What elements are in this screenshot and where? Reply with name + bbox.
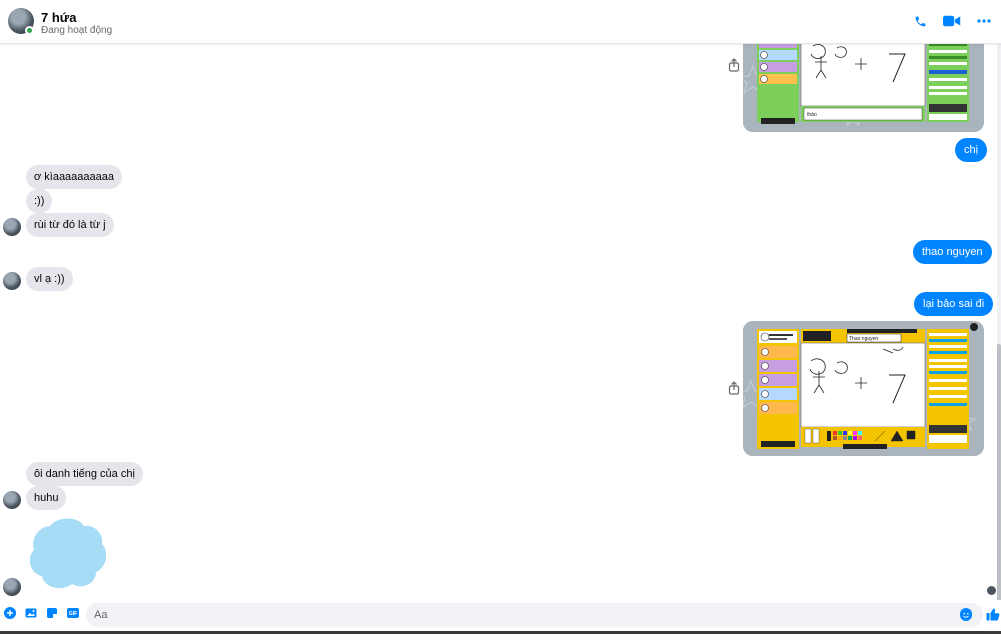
chat-header: 7 hứa Đang hoạt động <box>0 0 1001 44</box>
like-icon[interactable] <box>986 607 1000 621</box>
emoji-icon[interactable] <box>960 608 972 621</box>
message-in[interactable]: :)) <box>26 189 53 213</box>
scrollbar[interactable] <box>997 44 1001 634</box>
message-in[interactable]: ôi danh tiếng của chị <box>26 462 143 486</box>
message-out[interactable]: thao nguyen <box>913 240 992 264</box>
message-in[interactable]: vl ạ :)) <box>26 267 73 291</box>
sender-avatar[interactable] <box>3 218 21 236</box>
phone-icon[interactable] <box>911 12 929 30</box>
online-status-dot <box>25 26 34 35</box>
answer-text: thảo <box>807 112 817 118</box>
video-icon[interactable] <box>943 12 961 30</box>
image-attachment-game-1[interactable]: thảo <box>743 36 984 132</box>
message-in[interactable]: rùi từ đó là từ j <box>26 213 114 237</box>
gif-icon[interactable]: GIF <box>67 607 79 619</box>
share-icon[interactable] <box>727 58 741 72</box>
sticker-message[interactable] <box>29 518 107 590</box>
message-in[interactable]: huhu <box>26 486 67 510</box>
header-actions <box>911 12 993 30</box>
more-icon[interactable] <box>975 12 993 30</box>
sender-avatar[interactable] <box>3 491 21 509</box>
composer-actions: GIF <box>4 607 79 619</box>
gif-label: GIF <box>69 611 77 617</box>
add-icon[interactable] <box>4 607 16 619</box>
hint-word: Thao nguyen <box>849 336 878 342</box>
message-in[interactable]: ơ kìaaaaaaaaaa <box>26 165 123 189</box>
sender-avatar[interactable] <box>3 578 21 596</box>
image-icon[interactable] <box>25 607 37 619</box>
message-composer: GIF <box>0 600 1001 634</box>
scrollbar-thumb[interactable] <box>997 344 1001 634</box>
sticker-icon[interactable] <box>46 607 58 619</box>
message-input[interactable] <box>86 603 983 627</box>
message-out[interactable]: lại bảo sai đi <box>914 292 994 316</box>
contact-status: Đang hoạt động <box>41 25 113 36</box>
sender-avatar[interactable] <box>3 272 21 290</box>
contact-name[interactable]: 7 hứa <box>41 10 76 25</box>
message-out[interactable]: chị <box>955 138 988 162</box>
seen-avatar <box>987 586 996 595</box>
share-icon[interactable] <box>727 381 741 395</box>
image-attachment-game-2[interactable]: Thao nguyen <box>743 321 984 456</box>
